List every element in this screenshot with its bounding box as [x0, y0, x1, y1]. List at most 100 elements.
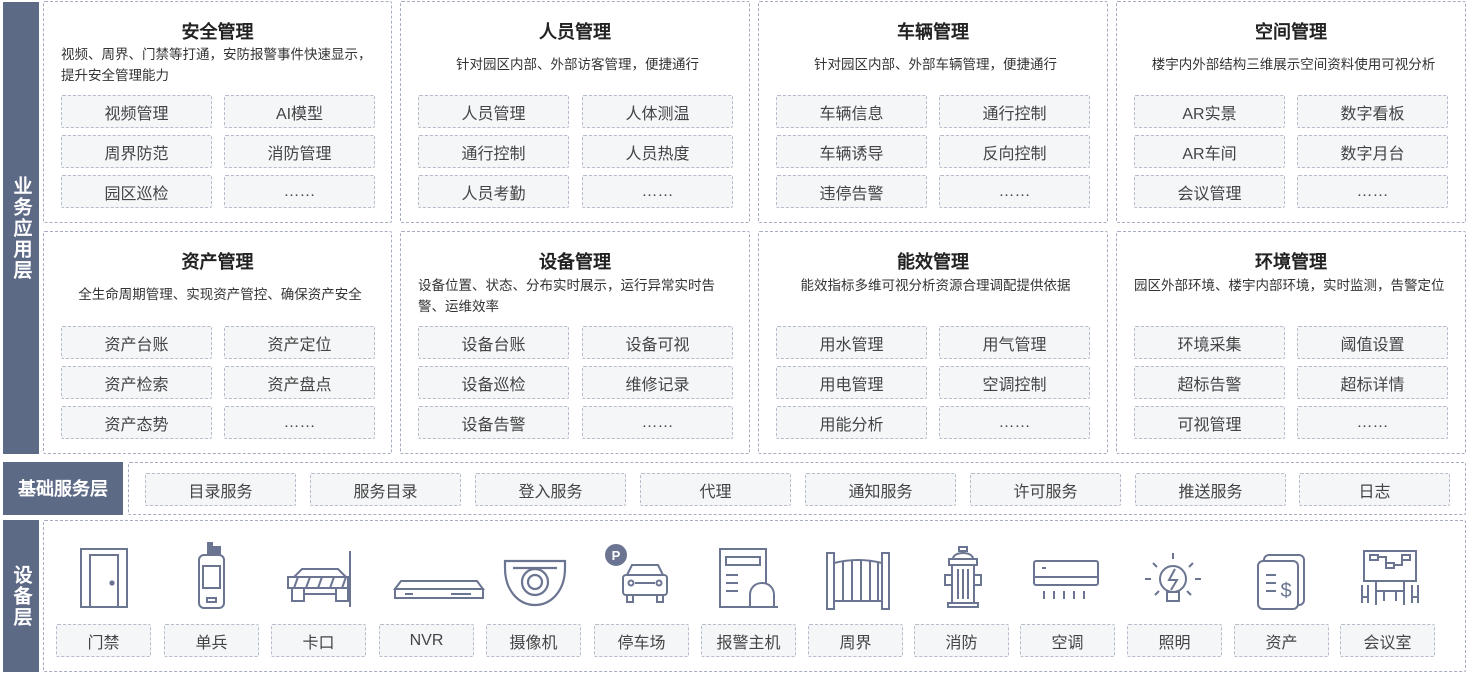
- service-chip[interactable]: 登入服务: [475, 473, 626, 506]
- device-label-asset[interactable]: 资产: [1234, 624, 1329, 657]
- module-item[interactable]: 通行控制: [418, 135, 569, 168]
- module-item[interactable]: 周界防范: [61, 135, 212, 168]
- svg-text:$: $: [1280, 580, 1291, 602]
- module-item[interactable]: 车辆诱导: [776, 135, 927, 168]
- module-item-more[interactable]: ……: [1297, 175, 1448, 208]
- module-item[interactable]: 视频管理: [61, 95, 212, 128]
- module-item[interactable]: 通行控制: [939, 95, 1090, 128]
- module-item[interactable]: 资产定位: [224, 326, 375, 359]
- device-label-alarm-host[interactable]: 报警主机: [701, 624, 796, 657]
- module-item[interactable]: 人员管理: [418, 95, 569, 128]
- module-item[interactable]: 用能分析: [776, 406, 927, 439]
- device-label-barrier-gate[interactable]: 卡口: [271, 624, 366, 657]
- device-label-meeting-room[interactable]: 会议室: [1340, 624, 1435, 657]
- module-item[interactable]: 人员考勤: [418, 175, 569, 208]
- module-item-more[interactable]: ……: [1297, 406, 1448, 439]
- fire-hydrant-icon: [927, 541, 999, 613]
- barrier-gate-icon: [284, 541, 356, 613]
- module-item[interactable]: 设备告警: [418, 406, 569, 439]
- module-item[interactable]: 设备巡检: [418, 366, 569, 399]
- device-label-dome-camera[interactable]: 摄像机: [486, 624, 581, 657]
- module-item[interactable]: 会议管理: [1134, 175, 1285, 208]
- module-item[interactable]: 资产态势: [61, 406, 212, 439]
- module-environment: 环境管理 园区外部环境、楼宇内部环境，实时监测，告警定位 环境采集 阈值设置 超…: [1116, 231, 1466, 454]
- module-item[interactable]: 维修记录: [582, 366, 733, 399]
- service-chip[interactable]: 代理: [640, 473, 791, 506]
- module-item[interactable]: 超标告警: [1134, 366, 1285, 399]
- module-title: 安全管理: [181, 22, 254, 42]
- module-item[interactable]: 车辆信息: [776, 95, 927, 128]
- module-security: 安全管理 视频、周界、门禁等打通，安防报警事件快速显示，提升安全管理能力 视频管…: [43, 1, 392, 223]
- module-item-more[interactable]: ……: [582, 175, 733, 208]
- module-desc: 楼宇内外部结构三维展示空间资料使用可视分析: [1151, 57, 1436, 72]
- alarm-host-icon: [714, 541, 786, 613]
- module-item[interactable]: 数字看板: [1297, 95, 1448, 128]
- module-item[interactable]: 消防管理: [224, 135, 375, 168]
- service-chip[interactable]: 日志: [1299, 473, 1450, 506]
- module-item[interactable]: 阈值设置: [1297, 326, 1448, 359]
- module-title: 设备管理: [539, 252, 611, 272]
- service-chip[interactable]: 通知服务: [805, 473, 956, 506]
- module-desc: 设备位置、状态、分布实时展示，运行异常实时告警、运维效率: [418, 278, 715, 314]
- device-label-fire-hydrant[interactable]: 消防: [914, 624, 1009, 657]
- module-item[interactable]: 反向控制: [939, 135, 1090, 168]
- module-title: 车辆管理: [897, 22, 969, 42]
- module-item[interactable]: 资产台账: [61, 326, 212, 359]
- foundation-layer-label: 基础服务层: [3, 462, 123, 515]
- module-personnel: 人员管理 针对园区内部、外部访客管理，便捷通行 人员管理 人体测温 通行控制 人…: [400, 1, 750, 223]
- module-item[interactable]: 设备台账: [418, 326, 569, 359]
- module-title: 资产管理: [181, 252, 254, 272]
- module-item[interactable]: 园区巡检: [61, 175, 212, 208]
- dome-camera-icon: [499, 541, 571, 613]
- module-item[interactable]: 环境采集: [1134, 326, 1285, 359]
- svg-text:P: P: [612, 548, 621, 563]
- module-item[interactable]: 空调控制: [939, 366, 1090, 399]
- module-item[interactable]: AI模型: [224, 95, 375, 128]
- walkie-talkie-icon: [175, 541, 247, 613]
- device-label-air-conditioner[interactable]: 空调: [1020, 624, 1115, 657]
- module-item[interactable]: 资产检索: [61, 366, 212, 399]
- module-item-more[interactable]: ……: [939, 175, 1090, 208]
- module-item-more[interactable]: ……: [582, 406, 733, 439]
- device-label-parking[interactable]: 停车场: [594, 624, 689, 657]
- module-item[interactable]: 用气管理: [939, 326, 1090, 359]
- module-desc: 视频、周界、门禁等打通，安防报警事件快速显示，提升安全管理能力: [61, 47, 372, 83]
- module-item[interactable]: 设备可视: [582, 326, 733, 359]
- service-chip[interactable]: 推送服务: [1135, 473, 1286, 506]
- module-item[interactable]: 数字月台: [1297, 135, 1448, 168]
- module-equipment: 设备管理 设备位置、状态、分布实时展示，运行异常实时告警、运维效率 设备台账 设…: [400, 231, 750, 454]
- device-label-nvr[interactable]: NVR: [379, 624, 474, 657]
- module-desc: 针对园区内部、外部车辆管理，便捷通行: [814, 57, 1057, 72]
- service-chip[interactable]: 服务目录: [310, 473, 461, 506]
- module-item[interactable]: 人员热度: [582, 135, 733, 168]
- device-layer-label: 设备层: [3, 520, 39, 672]
- service-chip[interactable]: 目录服务: [145, 473, 296, 506]
- business-layer-label: 业务应用层: [3, 2, 39, 454]
- module-item[interactable]: 资产盘点: [224, 366, 375, 399]
- module-item-more[interactable]: ……: [224, 175, 375, 208]
- asset-document-icon: $: [1246, 541, 1318, 613]
- module-item[interactable]: 可视管理: [1134, 406, 1285, 439]
- module-item-more[interactable]: ……: [939, 406, 1090, 439]
- module-asset: 资产管理 全生命周期管理、实现资产管控、确保资产安全 资产台账 资产定位 资产检…: [43, 231, 392, 454]
- device-label-light[interactable]: 照明: [1127, 624, 1222, 657]
- module-item[interactable]: 用电管理: [776, 366, 927, 399]
- module-title: 空间管理: [1255, 22, 1327, 42]
- module-item[interactable]: AR实景: [1134, 95, 1285, 128]
- module-item[interactable]: 超标详情: [1297, 366, 1448, 399]
- module-desc: 全生命周期管理、实现资产管控、确保资产安全: [78, 287, 362, 302]
- meeting-room-icon: [1354, 541, 1426, 613]
- module-item[interactable]: 违停告警: [776, 175, 927, 208]
- module-item[interactable]: AR车间: [1134, 135, 1285, 168]
- device-label-door[interactable]: 门禁: [56, 624, 151, 657]
- module-item[interactable]: 用水管理: [776, 326, 927, 359]
- nvr-icon: [391, 541, 486, 613]
- module-title: 人员管理: [539, 22, 611, 42]
- service-chip[interactable]: 许可服务: [970, 473, 1121, 506]
- module-item[interactable]: 人体测温: [582, 95, 733, 128]
- device-label-fence[interactable]: 周界: [808, 624, 903, 657]
- parking-car-icon: P: [605, 541, 677, 613]
- module-vehicle: 车辆管理 针对园区内部、外部车辆管理，便捷通行 车辆信息 通行控制 车辆诱导 反…: [758, 1, 1108, 223]
- device-label-walkie-talkie[interactable]: 单兵: [164, 624, 259, 657]
- module-item-more[interactable]: ……: [224, 406, 375, 439]
